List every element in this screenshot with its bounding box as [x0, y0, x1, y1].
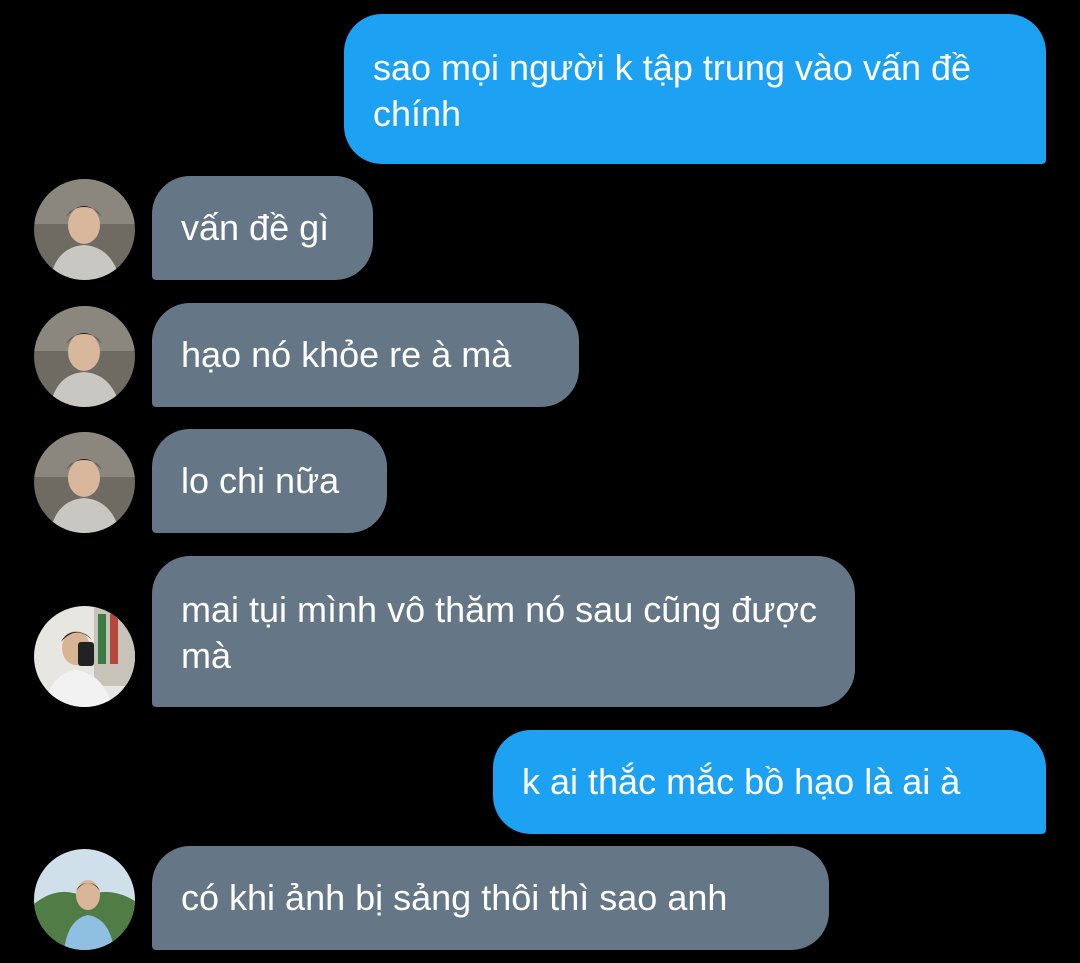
avatar-user-b[interactable] — [34, 606, 135, 707]
avatar-user-a-image — [34, 432, 135, 533]
sent-message-bubble[interactable]: sao mọi người k tập trung vào vấn đề chí… — [344, 14, 1046, 164]
received-message-bubble[interactable]: vấn đề gì — [152, 176, 373, 280]
avatar-user-a[interactable] — [34, 179, 135, 280]
message-text: vấn đề gì — [181, 207, 330, 248]
avatar-user-b-image — [34, 606, 135, 707]
avatar-user-a-image — [34, 306, 135, 407]
avatar-user-a[interactable] — [34, 306, 135, 407]
avatar-user-a-image — [34, 179, 135, 280]
received-message-bubble[interactable]: có khi ảnh bị sảng thôi thì sao anh — [152, 846, 829, 950]
message-text: có khi ảnh bị sảng thôi thì sao anh — [181, 877, 728, 918]
received-message-bubble[interactable]: mai tụi mình vô thăm nó sau cũng được mà — [152, 556, 855, 707]
avatar-user-a[interactable] — [34, 432, 135, 533]
message-text: k ai thắc mắc bồ hạo là ai à — [522, 761, 961, 802]
message-text: mai tụi mình vô thăm nó sau cũng được mà — [181, 589, 818, 676]
message-text: sao mọi người k tập trung vào vấn đề chí… — [373, 47, 972, 134]
sent-message-bubble[interactable]: k ai thắc mắc bồ hạo là ai à — [493, 730, 1046, 834]
avatar-user-c-image — [34, 849, 135, 950]
received-message-bubble[interactable]: lo chi nữa — [152, 429, 387, 533]
received-message-bubble[interactable]: hạo nó khỏe re à mà — [152, 303, 579, 407]
message-text: lo chi nữa — [181, 460, 340, 501]
message-text: hạo nó khỏe re à mà — [181, 334, 512, 375]
avatar-user-c[interactable] — [34, 849, 135, 950]
